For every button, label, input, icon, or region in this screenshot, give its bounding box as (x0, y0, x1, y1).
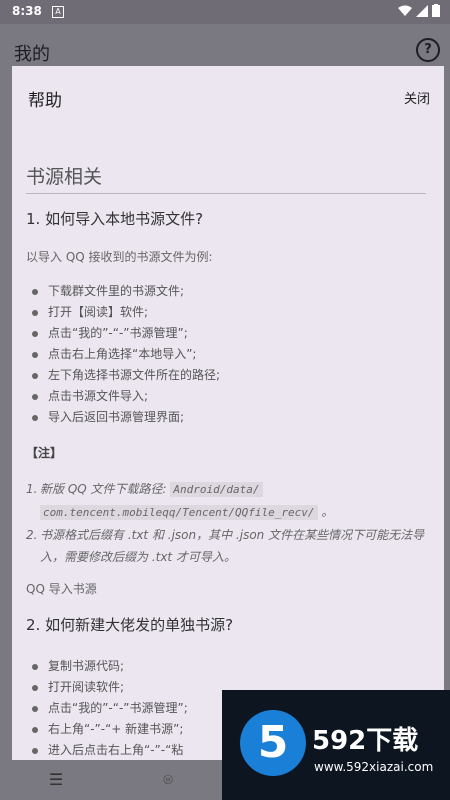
bookshelf-icon[interactable]: ☰ (44, 770, 68, 790)
question-1-intro: 以导入 QQ 接收到的书源文件为例: (26, 250, 213, 264)
watermark-url: www.592xiazai.com (314, 760, 434, 774)
battery-icon (432, 4, 440, 17)
note-1-text: 新版 QQ 文件下载路径: (40, 482, 167, 496)
list-item: 复制书源代码; (32, 656, 188, 677)
question-2: 2. 如何新建大佬发的单独书源? (26, 616, 234, 634)
watermark: 5 592下载 www.592xiazai.com (222, 690, 450, 800)
note-1-end: 。 (321, 505, 334, 519)
list-item: 左下角选择书源文件所在的路径; (32, 365, 220, 386)
list-item: 打开【阅读】软件; (32, 302, 220, 323)
signal-icon (416, 4, 428, 17)
notes-list: 1. 新版 QQ 文件下载路径: Android/data/ com.tence… (26, 478, 426, 568)
status-bar: 8:38 A (0, 0, 450, 24)
page-title: 我的 (14, 44, 50, 65)
list-item: 右上角“-”-“+ 新建书源”; (32, 719, 188, 740)
watermark-brand: 592下载 (312, 726, 419, 756)
help-icon[interactable]: ? (416, 38, 440, 62)
dialog-content[interactable]: 书源相关 1. 如何导入本地书源文件? 以导入 QQ 接收到的书源文件为例: 下… (12, 124, 444, 760)
note-label: 【注】 (26, 446, 63, 460)
list-item: 点击“我的”-“-”书源管理”; (32, 698, 188, 719)
list-item: 点击右上角选择“本地导入”; (32, 344, 220, 365)
clipped-text (28, 132, 32, 140)
list-item: 点击书源文件导入; (32, 386, 220, 407)
dialog-title: 帮助 (28, 91, 62, 111)
path-code: com.tencent.mobileqq/Tencent/QQfile_recv… (40, 505, 318, 520)
qq-import-text: QQ 导入书源 (26, 582, 97, 596)
question-1: 1. 如何导入本地书源文件? (26, 210, 204, 228)
section-heading: 书源相关 (26, 162, 426, 194)
list-item: 导入后返回书源管理界面; (32, 407, 220, 428)
list-item: 下载群文件里的书源文件; (32, 281, 220, 302)
status-icons (398, 4, 440, 17)
dialog-header: 帮助 关闭 (12, 66, 444, 124)
close-button[interactable]: 关闭 (404, 88, 430, 107)
list-item: 进入后点击右上角“-”-“粘 (32, 740, 188, 760)
wifi-icon (398, 5, 412, 16)
note-item: 1. 新版 QQ 文件下载路径: Android/data/ com.tence… (26, 482, 334, 520)
watermark-logo: 5 (240, 710, 306, 776)
note-2-text: 书源格式后缀有 .txt 和 .json，其中 .json 文件在某些情况下可能… (40, 528, 425, 564)
list-item: 打开阅读软件; (32, 677, 188, 698)
path-code: Android/data/ (170, 482, 263, 497)
steps-list-2: 复制书源代码; 打开阅读软件; 点击“我的”-“-”书源管理”; 右上角“-”-… (32, 656, 188, 760)
app-notification-icon: A (52, 6, 64, 18)
compass-icon[interactable]: ⌾ (156, 770, 180, 790)
status-time: 8:38 (12, 4, 42, 18)
list-item: 点击“我的”-“-”书源管理”; (32, 323, 220, 344)
steps-list-1: 下载群文件里的书源文件; 打开【阅读】软件; 点击“我的”-“-”书源管理”; … (32, 281, 220, 428)
note-item: 2. 书源格式后缀有 .txt 和 .json，其中 .json 文件在某些情况… (26, 528, 425, 564)
help-dialog: 帮助 关闭 书源相关 1. 如何导入本地书源文件? 以导入 QQ 接收到的书源文… (12, 66, 444, 760)
